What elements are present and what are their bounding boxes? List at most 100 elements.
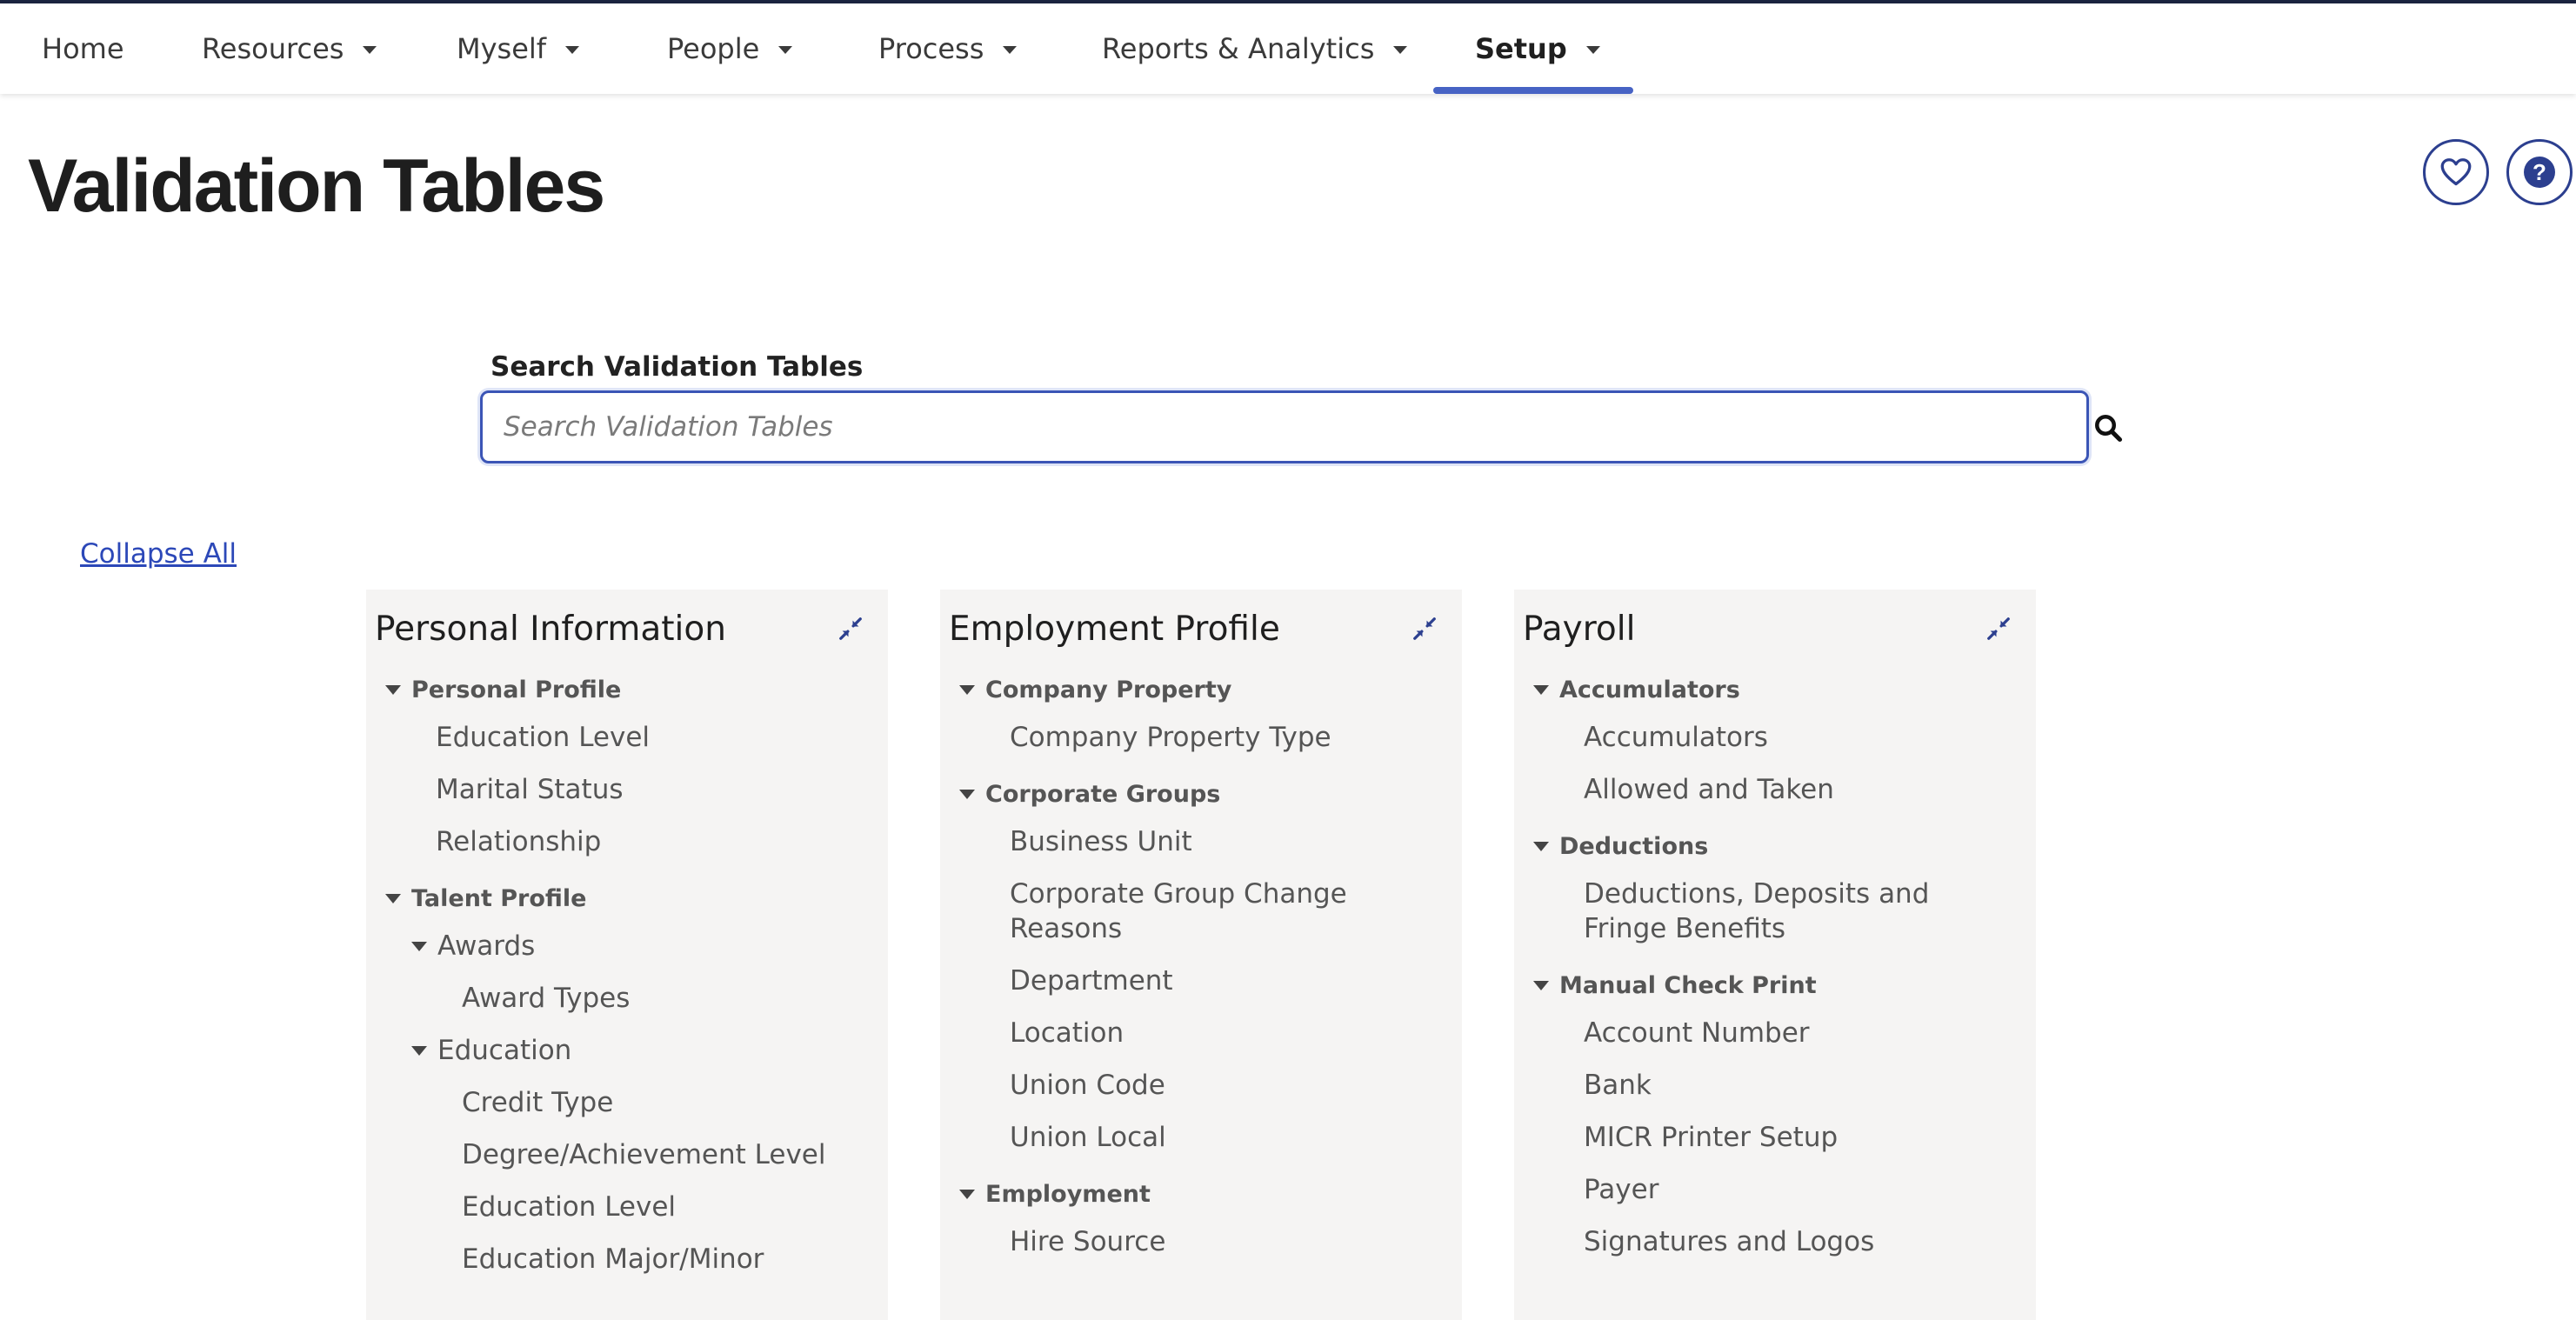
- top-navigation: Home Resources Myself People Process Rep…: [0, 3, 2576, 94]
- panel-header: Personal Information: [375, 598, 879, 659]
- group-label: Accumulators: [1559, 676, 1740, 703]
- group-personal-profile: Personal Profile Education Level Marital…: [375, 668, 879, 868]
- group-toggle[interactable]: Talent Profile: [375, 877, 879, 920]
- group-label: Corporate Groups: [985, 780, 1221, 808]
- list-item[interactable]: Location: [949, 1007, 1453, 1059]
- subgroup-label: Education: [437, 1035, 572, 1066]
- list-item[interactable]: Account Number: [1523, 1007, 2027, 1059]
- collapse-all-link[interactable]: Collapse All: [80, 538, 237, 570]
- caret-down-icon: [959, 1189, 975, 1199]
- list-item[interactable]: Allowed and Taken: [1523, 763, 2027, 816]
- subgroup-toggle[interactable]: Education: [375, 1024, 879, 1077]
- list-item[interactable]: MICR Printer Setup: [1523, 1111, 2027, 1163]
- nav-item-label: Myself: [457, 32, 547, 65]
- group-label: Company Property: [985, 676, 1232, 703]
- help-button[interactable]: ?: [2506, 139, 2573, 205]
- list-item[interactable]: Degree/Achievement Level: [375, 1129, 879, 1181]
- group-toggle[interactable]: Accumulators: [1523, 668, 2027, 711]
- caret-down-icon: [1533, 841, 1549, 851]
- group-accumulators: Accumulators Accumulators Allowed and Ta…: [1523, 668, 2027, 816]
- page-title: Validation Tables: [28, 144, 605, 228]
- chevron-down-icon: [363, 46, 377, 54]
- caret-down-icon: [411, 1045, 427, 1056]
- list-item[interactable]: Marital Status: [375, 763, 879, 816]
- list-item[interactable]: Award Types: [375, 972, 879, 1024]
- search-input[interactable]: [480, 390, 2089, 463]
- list-item[interactable]: Hire Source: [949, 1216, 1453, 1268]
- nav-item-people[interactable]: People: [667, 3, 793, 94]
- list-item[interactable]: Union Code: [949, 1059, 1453, 1111]
- list-item[interactable]: Business Unit: [949, 816, 1453, 868]
- list-item[interactable]: Payer: [1523, 1163, 2027, 1216]
- caret-down-icon: [1533, 980, 1549, 990]
- list-item[interactable]: Department: [949, 955, 1453, 1007]
- group-employment: Employment Hire Source: [949, 1172, 1453, 1268]
- panel-header: Employment Profile: [949, 598, 1453, 659]
- nav-item-setup[interactable]: Setup: [1475, 3, 1600, 94]
- group-toggle[interactable]: Corporate Groups: [949, 772, 1453, 816]
- help-icon: ?: [2524, 157, 2555, 188]
- group-label: Deductions: [1559, 832, 1709, 860]
- group-toggle[interactable]: Personal Profile: [375, 668, 879, 711]
- panel-payroll: Payroll Accumulators Accumulators Allowe…: [1514, 590, 2036, 1320]
- list-item[interactable]: Company Property Type: [949, 711, 1453, 763]
- caret-down-icon: [385, 684, 401, 695]
- group-corporate-groups: Corporate Groups Business Unit Corporate…: [949, 772, 1453, 1163]
- chevron-down-icon: [1003, 46, 1018, 54]
- nav-item-label: Home: [42, 32, 124, 65]
- chevron-down-icon: [1393, 46, 1408, 54]
- group-talent-profile: Talent Profile Awards Award Types Educat…: [375, 877, 879, 1285]
- subgroup-toggle[interactable]: Awards: [375, 920, 879, 972]
- heart-icon: [2440, 158, 2472, 186]
- list-item[interactable]: Credit Type: [375, 1077, 879, 1129]
- group-toggle[interactable]: Manual Check Print: [1523, 963, 2027, 1007]
- list-item[interactable]: Deductions, Deposits and Fringe Benefits: [1523, 868, 2027, 955]
- group-manual-check-print: Manual Check Print Account Number Bank M…: [1523, 963, 2027, 1268]
- subgroup-label: Awards: [437, 930, 536, 962]
- group-label: Personal Profile: [411, 676, 622, 703]
- caret-down-icon: [411, 941, 427, 951]
- nav-item-label: Process: [878, 32, 984, 65]
- caret-down-icon: [959, 684, 975, 695]
- list-item[interactable]: Education Major/Minor: [375, 1233, 879, 1285]
- group-toggle[interactable]: Deductions: [1523, 824, 2027, 868]
- group-company-property: Company Property Company Property Type: [949, 668, 1453, 763]
- list-item[interactable]: Education Level: [375, 711, 879, 763]
- nav-item-label: People: [667, 32, 760, 65]
- nav-item-label: Resources: [202, 32, 344, 65]
- panel-personal-information: Personal Information Personal Profile Ed…: [366, 590, 888, 1320]
- collapse-icon[interactable]: [1985, 616, 2012, 642]
- nav-item-myself[interactable]: Myself: [457, 3, 580, 94]
- list-item[interactable]: Corporate Group Change Reasons: [949, 868, 1453, 955]
- collapse-icon[interactable]: [1411, 616, 1438, 642]
- chevron-down-icon: [565, 46, 580, 54]
- list-item[interactable]: Education Level: [375, 1181, 879, 1233]
- nav-item-process[interactable]: Process: [878, 3, 1018, 94]
- chevron-down-icon: [778, 46, 793, 54]
- nav-item-label: Reports & Analytics: [1102, 32, 1375, 65]
- list-item[interactable]: Accumulators: [1523, 711, 2027, 763]
- list-item[interactable]: Signatures and Logos: [1523, 1216, 2027, 1268]
- panel-title: Payroll: [1523, 609, 1636, 649]
- group-toggle[interactable]: Employment: [949, 1172, 1453, 1216]
- panel-header: Payroll: [1523, 598, 2027, 659]
- list-item[interactable]: Union Local: [949, 1111, 1453, 1163]
- search-label: Search Validation Tables: [491, 351, 864, 383]
- list-item[interactable]: Relationship: [375, 816, 879, 868]
- group-toggle[interactable]: Company Property: [949, 668, 1453, 711]
- chevron-down-icon: [1585, 46, 1600, 54]
- caret-down-icon: [959, 789, 975, 799]
- group-label: Employment: [985, 1180, 1151, 1208]
- nav-item-resources[interactable]: Resources: [202, 3, 377, 94]
- collapse-icon[interactable]: [838, 616, 864, 642]
- search-icon[interactable]: [2092, 412, 2124, 443]
- favorite-button[interactable]: [2423, 139, 2489, 205]
- list-item[interactable]: Bank: [1523, 1059, 2027, 1111]
- group-label: Talent Profile: [411, 884, 587, 912]
- caret-down-icon: [385, 893, 401, 903]
- panel-title: Employment Profile: [949, 609, 1280, 649]
- nav-item-reports-analytics[interactable]: Reports & Analytics: [1102, 3, 1408, 94]
- nav-item-home[interactable]: Home: [42, 3, 124, 94]
- caret-down-icon: [1533, 684, 1549, 695]
- group-deductions: Deductions Deductions, Deposits and Frin…: [1523, 824, 2027, 955]
